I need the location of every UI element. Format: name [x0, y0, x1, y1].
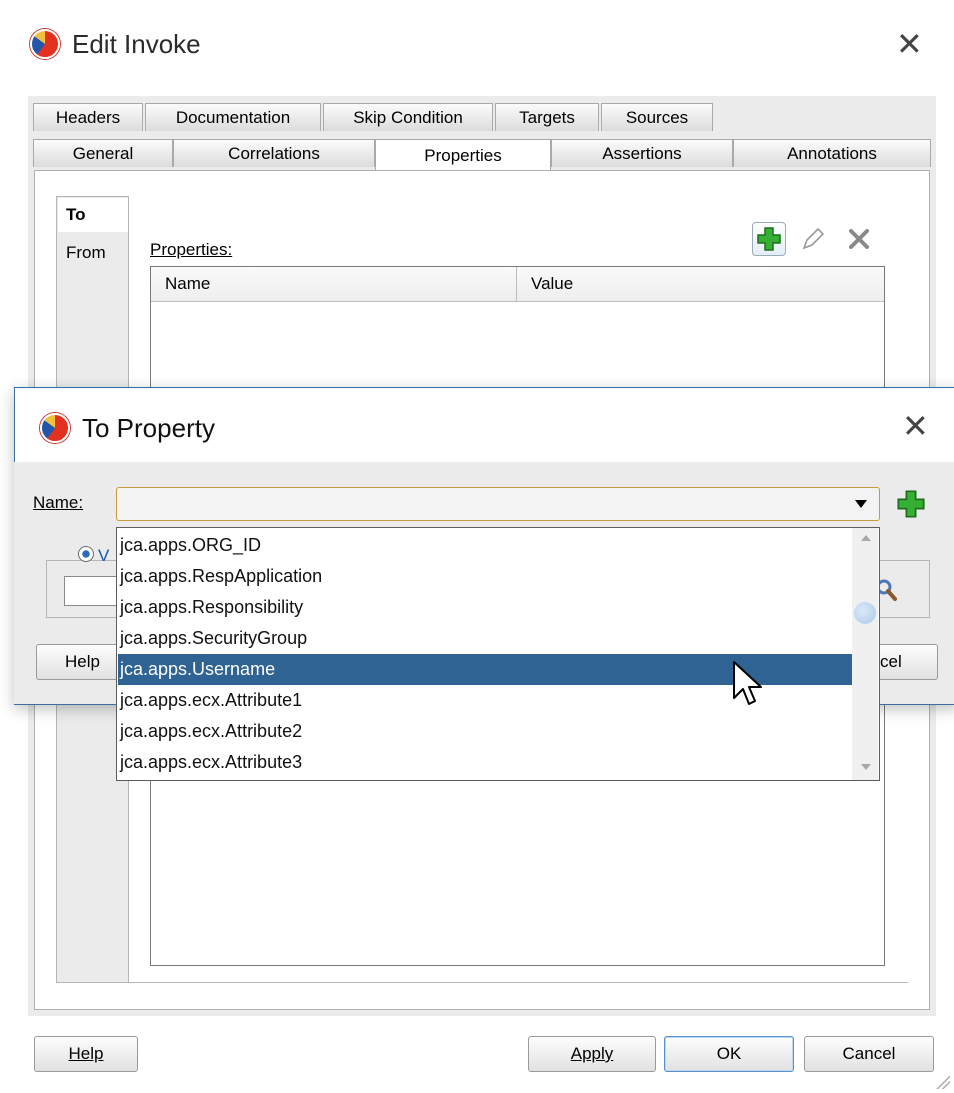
ok-button-label: OK [716, 1044, 742, 1063]
column-header-value[interactable]: Value [517, 267, 884, 301]
add-property-button[interactable] [752, 222, 786, 256]
dropdown-item[interactable]: jca.apps.ecx.Attribute3 [118, 747, 854, 778]
app-logo-icon [30, 29, 60, 59]
value-radio-label: V [98, 546, 110, 565]
pencil-icon [802, 227, 825, 250]
dropdown-arrow-icon[interactable] [855, 500, 867, 508]
tab-properties[interactable]: Properties [375, 139, 551, 171]
cancel-button[interactable]: Cancel [804, 1036, 934, 1072]
dropdown-item[interactable]: jca.apps.SecurityGroup [118, 623, 854, 654]
tab-correlations[interactable]: Correlations [173, 139, 375, 167]
mouse-cursor-icon [733, 661, 762, 705]
dropdown-item[interactable]: jca.apps.ecx.Attribute2 [118, 716, 854, 747]
dialog-help-button[interactable]: Help [36, 644, 118, 680]
tab-headers[interactable]: Headers [33, 103, 143, 131]
tab-sources[interactable]: Sources [601, 103, 713, 131]
cancel-button-label: Cancel [842, 1044, 896, 1063]
window-title: Edit Invoke [72, 28, 201, 59]
apply-button-label: Apply [570, 1044, 614, 1063]
resize-grip[interactable] [936, 1075, 950, 1089]
ok-button[interactable]: OK [664, 1036, 794, 1072]
window-titlebar: Edit Invoke [30, 24, 201, 64]
scroll-down-icon[interactable] [861, 764, 871, 770]
dropdown-item[interactable]: jca.apps.ORG_ID [118, 530, 854, 561]
name-dropdown-list: jca.apps.ORG_ID jca.apps.RespApplication… [116, 527, 880, 781]
side-tab-to[interactable]: To [58, 198, 128, 232]
column-header-name[interactable]: Name [151, 267, 517, 301]
side-tab-from[interactable]: From [58, 236, 128, 270]
apply-button[interactable]: Apply [528, 1036, 656, 1072]
dialog-logo-icon [40, 413, 70, 443]
dialog-title: To Property [82, 412, 215, 443]
add-name-button[interactable] [896, 489, 926, 519]
tab-annotations[interactable]: Annotations [733, 139, 931, 167]
help-button[interactable]: Help [34, 1036, 138, 1072]
close-icon[interactable]: ✕ [896, 28, 923, 60]
plus-icon [897, 490, 925, 518]
edit-property-button[interactable] [796, 222, 830, 256]
delete-property-button[interactable] [842, 222, 876, 256]
name-label: Name: [33, 493, 84, 512]
help-button-label: Help [68, 1044, 104, 1063]
tab-documentation[interactable]: Documentation [145, 103, 321, 131]
table-header: Name Value [151, 267, 884, 302]
dialog-titlebar: To Property [40, 408, 215, 448]
dialog-help-label: Help [65, 652, 100, 671]
value-radio[interactable] [78, 546, 94, 562]
tab-skip-condition[interactable]: Skip Condition [323, 103, 493, 131]
x-icon [849, 229, 869, 249]
dropdown-scrollbar[interactable] [852, 528, 878, 780]
dialog-cancel-label: cel [880, 652, 902, 671]
scroll-up-icon[interactable] [861, 535, 871, 541]
plus-icon [757, 227, 781, 251]
tab-row-bottom: General Correlations Properties Assertio… [33, 139, 931, 171]
dialog-close-icon[interactable]: ✕ [902, 410, 929, 442]
properties-label: Properties: [150, 240, 233, 259]
tab-row-top: Headers Documentation Skip Condition Tar… [33, 103, 715, 131]
dropdown-item[interactable]: jca.apps.RespApplication [118, 561, 854, 592]
scrollbar-thumb[interactable] [854, 602, 876, 624]
tab-targets[interactable]: Targets [495, 103, 599, 131]
value-input[interactable] [64, 576, 118, 606]
dialog-cancel-button[interactable]: cel [880, 644, 938, 680]
dropdown-item[interactable]: jca.apps.Responsibility [118, 592, 854, 623]
tab-general[interactable]: General [33, 139, 173, 167]
name-combobox[interactable] [116, 487, 880, 521]
search-icon[interactable] [876, 578, 898, 602]
tab-assertions[interactable]: Assertions [551, 139, 733, 167]
